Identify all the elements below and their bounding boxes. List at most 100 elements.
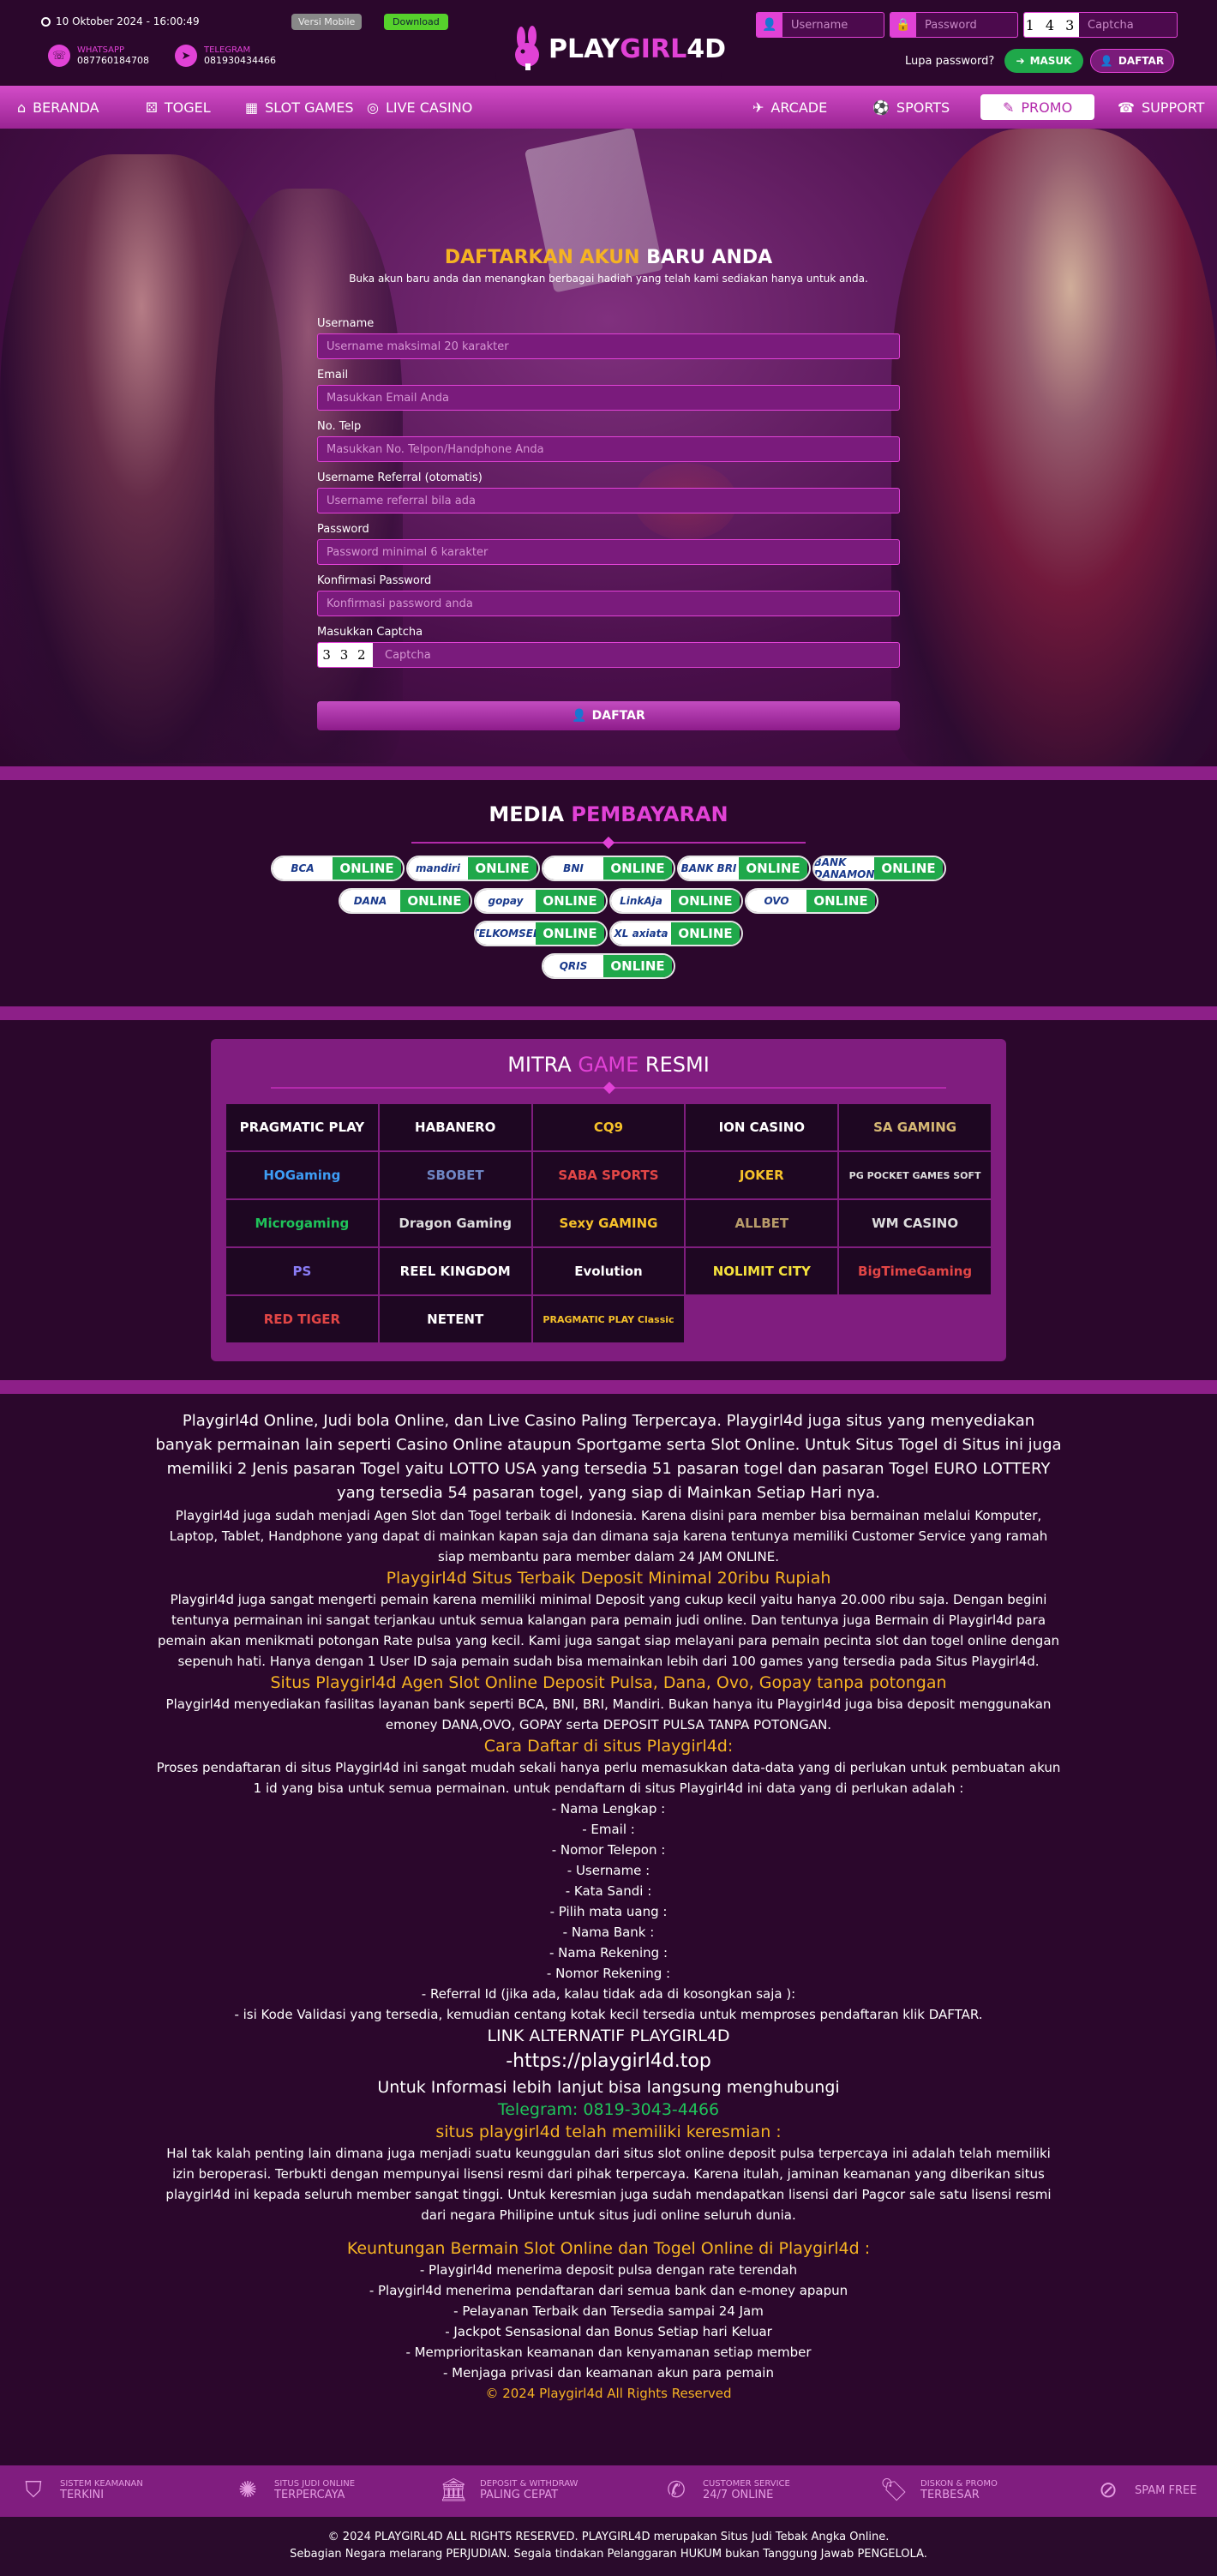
shield-icon: ⛉ <box>25 2477 42 2503</box>
add-user-icon: 👤 <box>1100 55 1113 67</box>
password-field[interactable]: 🔒 <box>890 12 1018 38</box>
captcha-input[interactable] <box>1079 13 1177 37</box>
provider-logo[interactable]: Evolution <box>532 1248 685 1294</box>
username-register-input[interactable]: Username maksimal 20 karakter <box>317 333 900 359</box>
mobile-version-button[interactable]: Versi Mobile <box>291 14 363 30</box>
provider-logo[interactable]: WM CASINO <box>839 1200 991 1246</box>
article-heading: Situs Playgirl4d Agen Slot Online Deposi… <box>270 1673 947 1692</box>
chip-icon: ◎ <box>367 99 379 116</box>
telegram-contact[interactable]: ➤ TELEGRAM 081930434466 <box>175 45 276 67</box>
username-field[interactable]: 👤 <box>756 12 884 38</box>
nav-live-casino[interactable]: ◎ LIVE CASINO <box>367 86 472 129</box>
provider-logo[interactable]: HOGaming <box>226 1152 378 1198</box>
provider-logo[interactable]: PG POCKET GAMES SOFT <box>839 1152 991 1198</box>
provider-logo[interactable]: PS <box>226 1248 378 1294</box>
provider-logo[interactable]: Sexy GAMING <box>532 1200 685 1246</box>
provider-logo[interactable]: ION CASINO <box>686 1104 838 1150</box>
article-body: Playgirl4d Online, Judi bola Online, dan… <box>154 1409 1063 2404</box>
bank-status-qris: QRIS ONLINE <box>542 953 675 979</box>
nav-sports[interactable]: ⚽ SPORTS <box>872 86 950 129</box>
benefit-item: - Playgirl4d menerima deposit pulsa deng… <box>419 2262 798 2278</box>
bank-status-mandiri: mandiri ONLINE <box>406 856 540 881</box>
provider-logo[interactable]: NOLIMIT CITY <box>686 1248 838 1294</box>
footer-feature: ✺ SITUS JUDI ONLINE TERPERCAYA <box>231 2474 355 2507</box>
bank-logo: QRIS <box>543 955 603 977</box>
article-copyright: © 2024 Playgirl4d All Rights Reserved <box>485 2386 732 2401</box>
registration-list: - Nama Lengkap : - Email : - Nomor Telepon… <box>154 1798 1063 2025</box>
nav-beranda[interactable]: ⌂ BERANDA <box>17 86 99 129</box>
online-status: ONLINE <box>806 890 875 912</box>
online-status: ONLINE <box>671 922 740 945</box>
provider-logo[interactable]: Microgaming <box>226 1200 378 1246</box>
password-register-input[interactable]: Password minimal 6 karakter <box>317 539 900 565</box>
provider-logo[interactable]: NETENT <box>379 1296 531 1342</box>
provider-logo[interactable]: SA GAMING <box>839 1104 991 1150</box>
provider-logo[interactable]: Dragon Gaming <box>379 1200 531 1246</box>
username-input[interactable] <box>782 13 884 37</box>
provider-logo[interactable]: PRAGMATIC PLAY <box>226 1104 378 1150</box>
whatsapp-icon: ☏ <box>48 45 70 67</box>
article-paragraph: Playgirl4d menyediakan fasilitas layanan… <box>165 1696 1052 1732</box>
download-button[interactable]: Download <box>384 14 448 30</box>
rocket-icon: ✈ <box>752 99 764 116</box>
provider-logo[interactable]: BigTimeGaming <box>839 1248 991 1294</box>
login-button[interactable]: ➔ MASUK <box>1004 49 1083 73</box>
article-lead: Playgirl4d Online, Judi bola Online, dan… <box>155 1412 1062 1502</box>
benefit-item: - Pelayanan Terbaik dan Tersedia sampai … <box>453 2303 764 2319</box>
tag-icon: 🏷 <box>879 2477 908 2503</box>
support-icon: ☎ <box>1118 99 1135 116</box>
email-register-input[interactable]: Masukkan Email Anda <box>317 385 900 411</box>
referral-register-field: Username Referral (otomatis) Username re… <box>317 471 900 513</box>
login-icon: ➔ <box>1016 55 1025 67</box>
registration-item: - isi Kode Validasi yang tersedia, kemud… <box>234 2007 983 2022</box>
nav-support[interactable]: ☎ SUPPORT <box>1118 86 1204 129</box>
logo[interactable]: PLAYGIRL4D <box>509 26 726 72</box>
bank-status-bank-bri: BANK BRI ONLINE <box>677 856 811 881</box>
captcha-register-input[interactable]: 3 3 2 Captcha <box>317 642 900 668</box>
provider-logo[interactable]: SABA SPORTS <box>532 1152 685 1198</box>
captcha-register-image: 3 3 2 <box>318 643 373 667</box>
section-divider <box>0 766 1217 780</box>
whatsapp-contact[interactable]: ☏ WHATSAPP 087760184708 <box>48 45 149 67</box>
article-paragraph: Hal tak kalah penting lain dimana juga m… <box>165 2146 1052 2223</box>
nav-arcade[interactable]: ✈ ARCADE <box>752 86 827 129</box>
username-register-field: Username Username maksimal 20 karakter <box>317 317 900 359</box>
provider-logo[interactable]: HABANERO <box>379 1104 531 1150</box>
footer-copyright: © 2024 PLAYGIRL4D ALL RIGHTS RESERVED. P… <box>290 2531 927 2561</box>
forgot-password-link[interactable]: Lupa password? <box>905 55 994 68</box>
captcha-field[interactable]: 1 4 3 <box>1023 12 1178 38</box>
bank-logo: BANK DANAMON <box>813 856 875 880</box>
tag-icon: ✎ <box>1003 99 1015 116</box>
footer-features: ⛉ SISTEM KEAMANAN TERKINI ✺ SITUS JUDI ONLI… <box>0 2465 1217 2517</box>
provider-logo[interactable]: REEL KINGDOM <box>379 1248 531 1294</box>
datetime: 10 Oktober 2024 - 16:00:49 <box>41 15 200 27</box>
footer-feature: ⊘ SPAM FREE <box>1092 2474 1196 2507</box>
provider-logo[interactable]: SBOBET <box>379 1152 531 1198</box>
bank-logo: BNI <box>543 857 603 880</box>
nav-promo[interactable]: ✎ PROMO <box>980 94 1095 120</box>
provider-logo[interactable]: PRAGMATIC PLAY Classic <box>532 1296 685 1342</box>
nav-slot-games[interactable]: ▦ SLOT GAMES <box>245 86 354 129</box>
register-button[interactable]: 👤 DAFTAR <box>1090 49 1174 73</box>
bank-status-bca: BCA ONLINE <box>271 856 405 881</box>
section-divider <box>0 1380 1217 1394</box>
telegram-link[interactable]: Telegram: 0819-3043-4466 <box>154 2099 1063 2121</box>
lock-icon: 🔒 <box>890 13 916 37</box>
phone-register-input[interactable]: Masukkan No. Telpon/Handphone Anda <box>317 436 900 462</box>
alternative-link[interactable]: -https://playgirl4d.top <box>154 2047 1063 2076</box>
referral-register-input[interactable]: Username referral bila ada <box>317 488 900 513</box>
provider-logo[interactable]: ALLBET <box>686 1200 838 1246</box>
bank-status-ovo: OVO ONLINE <box>745 888 878 914</box>
bank-status-bni: BNI ONLINE <box>542 856 675 881</box>
bank-status-dana: DANA ONLINE <box>339 888 472 914</box>
provider-logo[interactable]: JOKER <box>686 1152 838 1198</box>
password-input[interactable] <box>916 13 1017 37</box>
partners-section: MITRA GAME RESMI PRAGMATIC PLAY HABANERO C… <box>0 1020 1217 1380</box>
captcha-register-field: Masukkan Captcha 3 3 2 Captcha <box>317 626 900 668</box>
nav-togel[interactable]: ⚄ TOGEL <box>146 86 211 129</box>
provider-logo[interactable]: RED TIGER <box>226 1296 378 1342</box>
submit-register-button[interactable]: 👤 DAFTAR <box>317 701 900 730</box>
confirm-password-input[interactable]: Konfirmasi password anda <box>317 591 900 616</box>
provider-logo[interactable]: CQ9 <box>532 1104 685 1150</box>
bank-status-bank-danamon: BANK DANAMON ONLINE <box>812 856 946 881</box>
